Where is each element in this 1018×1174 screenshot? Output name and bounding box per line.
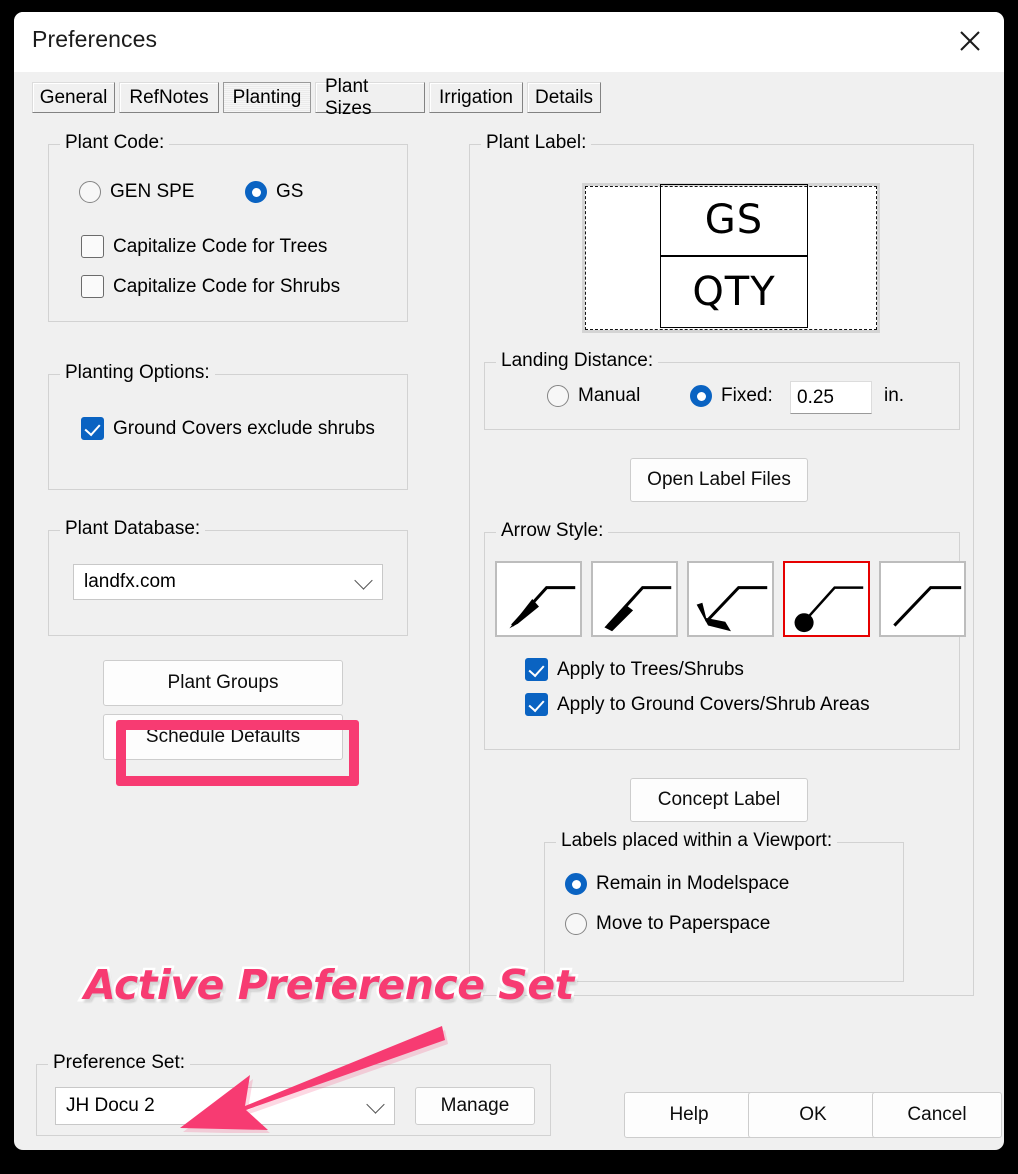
tab-planting[interactable]: Planting: [223, 82, 311, 113]
close-icon[interactable]: [942, 12, 998, 70]
tab-strip: General RefNotes Planting Plant Sizes Ir…: [14, 72, 1004, 119]
radio-gs-dot: [245, 181, 267, 203]
cancel-button[interactable]: Cancel: [872, 1092, 1002, 1138]
checkbox-apply-ground-covers-label: Apply to Ground Covers/Shrub Areas: [557, 693, 870, 715]
radio-gen-spe-dot: [79, 181, 101, 203]
tab-refnotes[interactable]: RefNotes: [119, 82, 219, 113]
plant-database-select[interactable]: landfx.com: [73, 564, 383, 600]
radio-remain-in-modelspace[interactable]: Remain in Modelspace: [565, 873, 789, 895]
radio-remain-in-modelspace-dot: [565, 873, 587, 895]
checkbox-apply-trees-shrubs-box: [525, 658, 548, 681]
checkbox-ground-covers-exclude-shrubs-label: Ground Covers exclude shrubs: [113, 417, 375, 439]
checkbox-apply-trees-shrubs[interactable]: Apply to Trees/Shrubs: [525, 658, 744, 681]
checkbox-capitalize-shrubs[interactable]: Capitalize Code for Shrubs: [81, 275, 340, 298]
plant-database-group: Plant Database: landfx.com: [48, 518, 408, 636]
checkbox-capitalize-trees[interactable]: Capitalize Code for Trees: [81, 235, 327, 258]
landing-distance-units: in.: [884, 385, 905, 406]
plant-label-preview-code: GS: [660, 184, 808, 256]
preference-set-select[interactable]: JH Docu 2: [55, 1087, 395, 1125]
plant-code-group: Plant Code: GEN SPE GS Capitalize Code f…: [48, 132, 408, 322]
plant-label-legend: Plant Label:: [481, 132, 592, 154]
landing-distance-legend: Landing Distance:: [496, 350, 659, 372]
chevron-down-icon: [354, 571, 373, 590]
plant-groups-button[interactable]: Plant Groups: [103, 660, 343, 706]
tab-general[interactable]: General: [32, 82, 115, 113]
arrow-style-option-solid-spear-arrowhead[interactable]: [495, 561, 582, 637]
radio-landing-manual-label: Manual: [578, 385, 641, 406]
ok-button[interactable]: OK: [748, 1092, 878, 1138]
landing-distance-group: Landing Distance: Manual Fixed: 0.25 in.: [484, 350, 960, 430]
annotation-text: Active Preference Set: [82, 959, 577, 1012]
manage-button[interactable]: Manage: [415, 1087, 535, 1125]
arrow-style-option-filled-dot-terminator[interactable]: [783, 561, 870, 637]
checkbox-capitalize-shrubs-box: [81, 275, 104, 298]
planting-options-group: Planting Options: Ground Covers exclude …: [48, 362, 408, 490]
highlight-annotation-box: [116, 720, 359, 786]
checkbox-capitalize-trees-label: Capitalize Code for Trees: [113, 235, 328, 257]
arrow-style-option-thick-tapered-bar[interactable]: [591, 561, 678, 637]
preference-set-legend: Preference Set:: [48, 1052, 191, 1074]
radio-gs[interactable]: GS: [245, 181, 303, 203]
plant-database-value: landfx.com: [84, 571, 176, 592]
plant-label-preview-qty: QTY: [660, 256, 808, 328]
checkbox-apply-trees-shrubs-label: Apply to Trees/Shrubs: [557, 658, 744, 680]
page-title: Preferences: [32, 26, 158, 52]
preference-set-group: Preference Set: JH Docu 2 Manage: [36, 1052, 551, 1136]
radio-move-to-paperspace-label: Move to Paperspace: [596, 913, 771, 934]
planting-options-legend: Planting Options:: [60, 362, 215, 384]
landing-distance-input[interactable]: 0.25: [790, 381, 872, 414]
plant-code-legend: Plant Code:: [60, 132, 170, 154]
arrow-style-group: Arrow Style: Apply to Trees/Shrubs Apply…: [484, 520, 966, 750]
radio-landing-manual[interactable]: Manual: [547, 385, 640, 407]
arrow-style-option-bent-hook-arrowhead[interactable]: [687, 561, 774, 637]
checkbox-capitalize-trees-box: [81, 235, 104, 258]
radio-move-to-paperspace[interactable]: Move to Paperspace: [565, 913, 770, 935]
open-label-files-button[interactable]: Open Label Files: [630, 458, 808, 502]
radio-gen-spe-label: GEN SPE: [110, 181, 195, 202]
radio-landing-manual-dot: [547, 385, 569, 407]
help-button[interactable]: Help: [624, 1092, 754, 1138]
radio-landing-fixed-dot: [690, 385, 712, 407]
tab-details[interactable]: Details: [527, 82, 601, 113]
tab-plant-sizes[interactable]: Plant Sizes: [315, 76, 425, 119]
plant-database-legend: Plant Database:: [60, 518, 206, 540]
checkbox-apply-ground-covers-box: [525, 693, 548, 716]
chevron-down-icon: [366, 1095, 385, 1114]
title-bar: Preferences: [14, 12, 1004, 72]
radio-gen-spe[interactable]: GEN SPE: [79, 181, 194, 203]
arrow-style-option-plain-line-no-head[interactable]: [879, 561, 966, 637]
tab-irrigation[interactable]: Irrigation: [429, 82, 523, 113]
viewport-labels-legend: Labels placed within a Viewport:: [556, 830, 838, 852]
concept-label-button[interactable]: Concept Label: [630, 778, 808, 822]
checkbox-ground-covers-exclude-shrubs-box: [81, 417, 104, 440]
checkbox-ground-covers-exclude-shrubs[interactable]: Ground Covers exclude shrubs: [81, 417, 375, 440]
radio-remain-in-modelspace-label: Remain in Modelspace: [596, 873, 790, 894]
checkbox-apply-ground-covers[interactable]: Apply to Ground Covers/Shrub Areas: [525, 693, 870, 716]
preference-set-value: JH Docu 2: [66, 1095, 155, 1116]
viewport-labels-group: Labels placed within a Viewport: Remain …: [544, 830, 904, 982]
radio-landing-fixed[interactable]: Fixed:: [690, 385, 773, 407]
arrow-style-legend: Arrow Style:: [496, 520, 609, 542]
radio-landing-fixed-label: Fixed:: [721, 385, 773, 406]
plant-label-preview[interactable]: GS QTY: [582, 183, 880, 333]
checkbox-capitalize-shrubs-label: Capitalize Code for Shrubs: [113, 275, 341, 297]
radio-gs-label: GS: [276, 181, 304, 202]
radio-move-to-paperspace-dot: [565, 913, 587, 935]
